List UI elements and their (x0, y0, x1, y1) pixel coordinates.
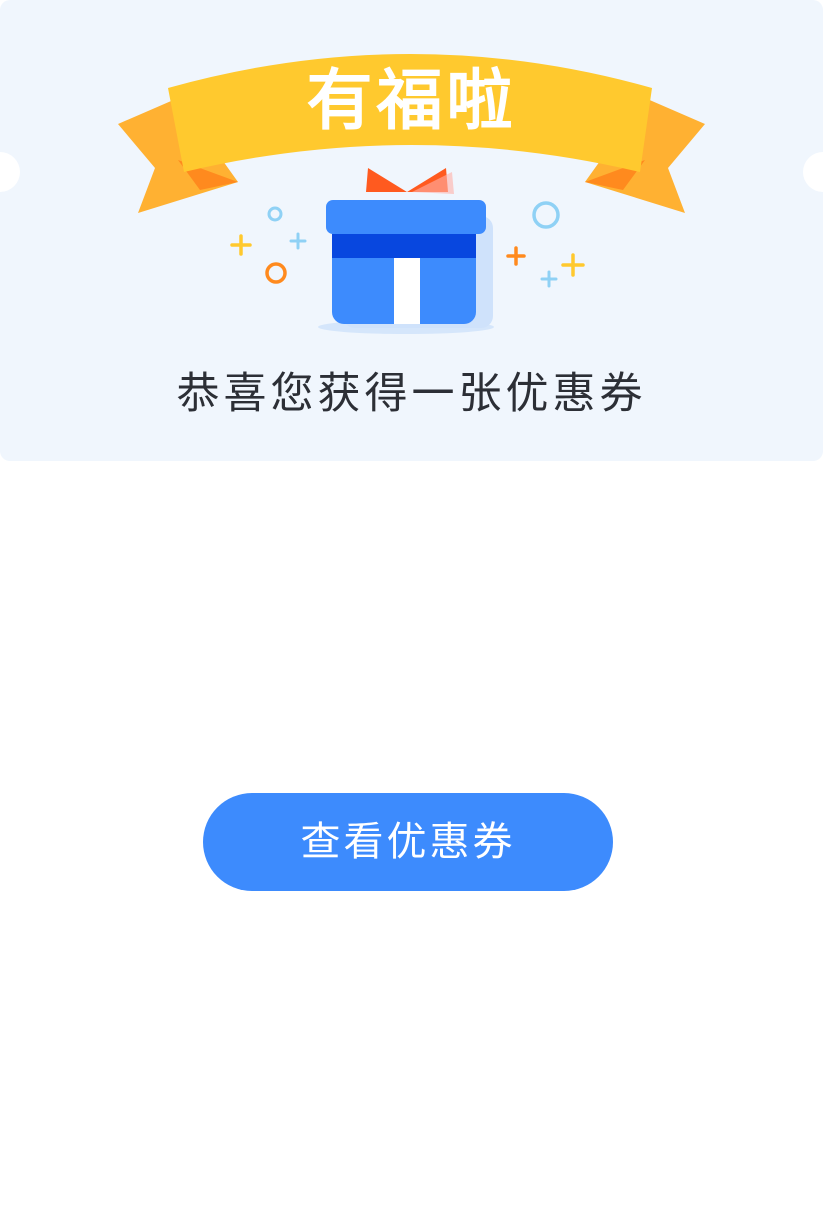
coupon-page: 有福啦 恭喜您获得一张优惠券 查看优惠券 (0, 0, 823, 1207)
gift-box-icon (318, 168, 494, 334)
banner-title: 有福啦 (306, 62, 517, 139)
coupon-card: 有福啦 恭喜您获得一张优惠券 (0, 0, 823, 461)
gift-illustration (118, 54, 705, 334)
view-coupon-button[interactable]: 查看优惠券 (203, 793, 613, 891)
congrats-message: 恭喜您获得一张优惠券 (176, 369, 647, 419)
